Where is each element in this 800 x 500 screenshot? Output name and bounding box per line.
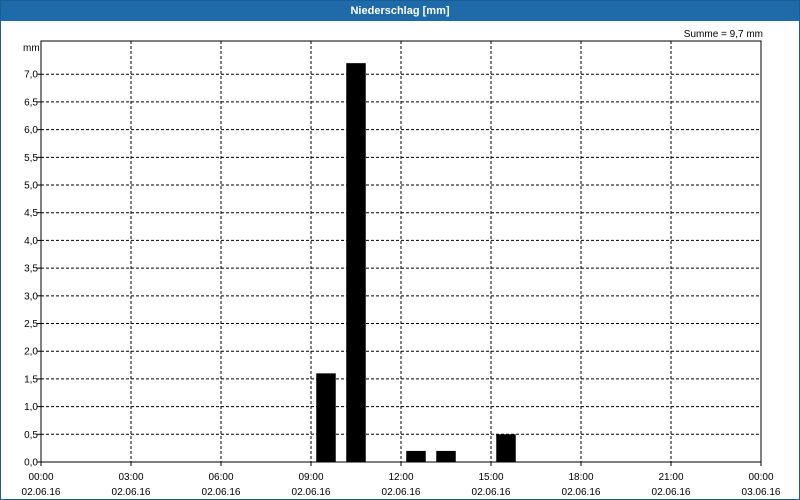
x-tick-date: 02.06.16 xyxy=(202,487,241,498)
y-tick-label: 5,5 xyxy=(24,153,38,164)
grid-lines xyxy=(37,41,762,466)
y-tick-label: 6,0 xyxy=(24,125,38,136)
y-tick-label: 2,0 xyxy=(24,347,38,358)
bar xyxy=(406,450,426,462)
y-tick-label: 2,5 xyxy=(24,319,38,330)
y-tick-label: 4,5 xyxy=(24,208,38,219)
y-tick-label: 1,0 xyxy=(24,402,38,413)
x-tick-time: 15:00 xyxy=(478,472,503,483)
bars xyxy=(316,63,516,462)
sum-label: Summe = 9,7 mm xyxy=(684,29,763,40)
x-tick-time: 21:00 xyxy=(658,472,683,483)
x-tick-date: 02.06.16 xyxy=(112,487,151,498)
x-tick-date: 02.06.16 xyxy=(382,487,421,498)
y-tick-label: 1,5 xyxy=(24,374,38,385)
y-tick-label: 4,0 xyxy=(24,236,38,247)
x-tick-date: 02.06.16 xyxy=(22,487,61,498)
x-tick-labels: 00:00 02.06.16 03:00 02.06.16 06:00 02.06.16 0… xyxy=(22,472,781,498)
x-tick-date: 02.06.16 xyxy=(562,487,601,498)
precipitation-chart: 0,0 0,5 1,0 1,5 2,0 2,5 3,0 3,5 4,0 4,5 5,0 5,5 6,0 6… xyxy=(22,29,781,498)
x-tick-date: 02.06.16 xyxy=(292,487,331,498)
y-tick-label: 6,5 xyxy=(24,97,38,108)
y-tick-label: 5,0 xyxy=(24,181,38,192)
x-tick-date: 02.06.16 xyxy=(472,487,511,498)
x-tick-time: 18:00 xyxy=(568,472,593,483)
y-tick-label: 0,5 xyxy=(24,430,38,441)
y-tick-labels: 0,0 0,5 1,0 1,5 2,0 2,5 3,0 3,5 4,0 4,5 5,0 5,5 6,0 6… xyxy=(24,70,38,469)
x-tick-time: 00:00 xyxy=(748,472,773,483)
x-tick-time: 06:00 xyxy=(208,472,233,483)
y-tick-label: 3,0 xyxy=(24,291,38,302)
y-tick-label: 3,5 xyxy=(24,264,38,275)
x-tick-time: 12:00 xyxy=(388,472,413,483)
x-tick-date: 03.06.16 xyxy=(742,487,781,498)
chart-window: Niederschlag [mm] 0,0 0,5 1,0 1,5 2,0 2,5 3,0 3… xyxy=(0,0,800,500)
y-axis-unit: mm xyxy=(23,43,40,54)
bar xyxy=(436,450,456,462)
bar xyxy=(496,434,516,462)
bar xyxy=(316,373,336,462)
x-tick-date: 02.06.16 xyxy=(652,487,691,498)
bar xyxy=(346,63,366,462)
x-tick-time: 00:00 xyxy=(28,472,53,483)
x-tick-time: 03:00 xyxy=(118,472,143,483)
y-tick-label: 0,0 xyxy=(24,458,38,469)
x-tick-time: 09:00 xyxy=(298,472,323,483)
y-tick-label: 7,0 xyxy=(24,70,38,81)
window-title: Niederschlag [mm] xyxy=(1,1,799,21)
